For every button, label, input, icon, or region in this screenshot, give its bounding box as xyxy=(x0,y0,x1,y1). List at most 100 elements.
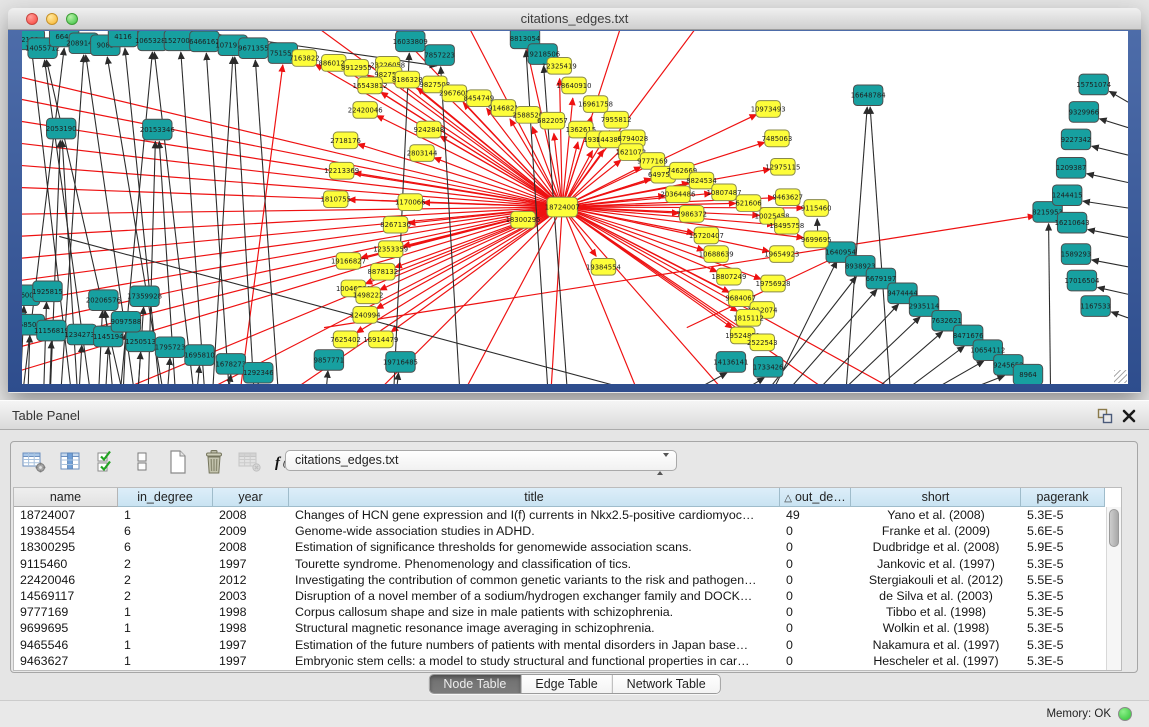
resize-grip[interactable] xyxy=(1114,370,1127,383)
column-header-in_degree[interactable]: in_degree xyxy=(118,488,213,507)
column-header-out_de[interactable]: △out_de… xyxy=(780,488,851,507)
graph-node[interactable]: 8267130 xyxy=(380,216,411,233)
graph-node[interactable]: 1810755 xyxy=(320,191,351,208)
graph-node[interactable]: 15751074 xyxy=(1076,74,1111,95)
graph-window-titlebar[interactable]: citations_edges.txt xyxy=(8,8,1141,30)
graph-node[interactable]: 2803144 xyxy=(407,145,438,162)
table-selector-dropdown[interactable]: citations_edges.txt xyxy=(285,450,677,471)
graph-node[interactable]: 20364486 xyxy=(660,186,695,203)
graph-node[interactable]: 7163822 xyxy=(289,50,320,67)
graph-node[interactable]: 1733426 xyxy=(753,357,784,378)
tab-edge-table[interactable]: Edge Table xyxy=(521,675,612,694)
graph-node[interactable]: 18807249 xyxy=(711,268,746,285)
graph-node[interactable]: 18640910 xyxy=(557,77,592,94)
graph-node[interactable]: 10973493 xyxy=(751,101,786,118)
graph-node[interactable]: 16033809 xyxy=(393,31,428,52)
graph-node[interactable]: 1795723 xyxy=(155,337,186,358)
graph-node[interactable]: 16961758 xyxy=(578,96,613,113)
graph-node[interactable]: 18495758 xyxy=(769,217,804,234)
graph-node[interactable]: 1589293 xyxy=(1061,244,1092,265)
float-panel-icon[interactable] xyxy=(1097,408,1113,424)
graph-node[interactable]: 9115460 xyxy=(801,200,832,217)
table-row[interactable]: 1872400712008Changes of HCN gene express… xyxy=(14,507,1106,523)
vertical-scrollbar[interactable] xyxy=(1106,507,1121,670)
column-header-name[interactable]: name xyxy=(14,488,118,507)
scrollbar-thumb[interactable] xyxy=(1109,509,1119,547)
graph-node[interactable]: 8964 xyxy=(1013,364,1042,384)
graph-node[interactable]: 9329966 xyxy=(1069,102,1100,123)
graph-node[interactable]: 8186328 xyxy=(392,71,423,88)
graph-node[interactable]: 9463627 xyxy=(772,189,803,206)
graph-node[interactable]: 7955812 xyxy=(601,111,632,128)
graph-node[interactable]: 7857223 xyxy=(424,45,455,66)
graph-node[interactable]: 22420046 xyxy=(348,102,383,119)
graph-node[interactable]: 17016504 xyxy=(1064,270,1099,291)
graph-node[interactable]: 1167533 xyxy=(1080,296,1111,317)
graph-node[interactable]: 9699695 xyxy=(801,231,832,248)
graph-node[interactable]: 1815112 xyxy=(733,309,764,326)
graph-node[interactable]: 4116 xyxy=(108,31,137,47)
graph-node[interactable]: 7485063 xyxy=(762,130,793,147)
graph-node[interactable]: 20153346 xyxy=(140,119,175,140)
graph-node[interactable]: 2522543 xyxy=(747,334,778,351)
graph-node[interactable]: 16914479 xyxy=(363,331,398,348)
table-row[interactable]: 1938455462009Genome-wide association stu… xyxy=(14,523,1106,539)
graph-node[interactable]: 1244415 xyxy=(1052,185,1083,206)
graph-node[interactable]: 17359928 xyxy=(127,286,162,307)
graph-node[interactable]: 1695810 xyxy=(184,345,215,366)
graph-node[interactable]: 9242848 xyxy=(414,121,445,138)
zoom-window-button[interactable] xyxy=(66,13,78,25)
table-settings-button[interactable] xyxy=(20,449,47,475)
table-row[interactable]: 969969511998Structural magnetic resonanc… xyxy=(14,620,1106,636)
select-columns-button[interactable] xyxy=(92,449,119,475)
column-header-pagerank[interactable]: pagerank xyxy=(1021,488,1105,507)
graph-node[interactable]: 15720407 xyxy=(689,227,724,244)
graph-node[interactable]: 1240994 xyxy=(350,307,381,324)
graph-node[interactable]: 16210643 xyxy=(1055,212,1090,233)
graph-node[interactable]: 1925815 xyxy=(32,281,63,302)
graph-node[interactable]: 10688639 xyxy=(699,246,734,263)
graph-hub-node[interactable]: 18724007 xyxy=(545,197,580,217)
column-header-year[interactable]: year xyxy=(213,488,289,507)
graph-node[interactable]: 7625402 xyxy=(330,331,361,348)
citation-network-graph[interactable]: 2108140557126646208914069083411610653287… xyxy=(22,31,1128,384)
graph-node[interactable]: 9671355 xyxy=(238,38,269,59)
graph-node[interactable]: 1498222 xyxy=(353,287,384,304)
graph-node[interactable]: 12213369 xyxy=(324,162,359,179)
rows-button[interactable] xyxy=(128,449,155,475)
graph-node[interactable]: 1250513 xyxy=(125,331,156,352)
tab-network-table[interactable]: Network Table xyxy=(613,675,720,694)
graph-node[interactable]: 6822057 xyxy=(537,112,568,129)
column-header-title[interactable]: title xyxy=(289,488,780,507)
graph-node[interactable]: 2053190 xyxy=(46,118,77,139)
column-header-short[interactable]: short xyxy=(851,488,1021,507)
close-window-button[interactable] xyxy=(26,13,38,25)
graph-node[interactable]: 19384554 xyxy=(586,258,621,275)
delete-columns-button[interactable] xyxy=(200,449,227,475)
table-row[interactable]: 1456911722003Disruption of a novel membe… xyxy=(14,588,1106,604)
create-table-button[interactable] xyxy=(164,449,191,475)
graph-node[interactable]: 19716485 xyxy=(383,352,418,373)
table-row[interactable]: 946362711997Embryonic stem cells: a mode… xyxy=(14,653,1106,669)
graph-node[interactable]: 1209387 xyxy=(1056,158,1087,179)
network-canvas[interactable]: 2108140557126646208914069083411610653287… xyxy=(22,31,1128,384)
graph-node[interactable]: 19654923 xyxy=(764,246,799,263)
graph-node[interactable]: 19166827 xyxy=(331,253,366,270)
graph-node[interactable]: 2718176 xyxy=(330,132,361,149)
graph-node[interactable]: 12325419 xyxy=(542,57,577,74)
graph-node[interactable]: 18300295 xyxy=(506,211,541,228)
graph-node[interactable]: 12975115 xyxy=(765,158,800,175)
import-table-button[interactable] xyxy=(236,449,263,475)
minimize-window-button[interactable] xyxy=(46,13,58,25)
graph-node[interactable]: 621606 xyxy=(735,195,761,212)
close-panel-icon[interactable] xyxy=(1121,408,1137,424)
table-row[interactable]: 2242004622012Investigating the contribut… xyxy=(14,572,1106,588)
graph-node[interactable]: 9097588 xyxy=(111,311,142,332)
graph-node[interactable]: 16543812 xyxy=(353,77,388,94)
graph-node[interactable]: 20206576 xyxy=(86,290,121,311)
graph-node[interactable]: 1170066 xyxy=(395,194,426,211)
graph-node[interactable]: 1678273 xyxy=(216,354,247,375)
graph-node[interactable]: 14136141 xyxy=(713,352,748,373)
tab-node-table[interactable]: Node Table xyxy=(429,675,521,694)
graph-node[interactable]: 9227342 xyxy=(1061,129,1092,150)
